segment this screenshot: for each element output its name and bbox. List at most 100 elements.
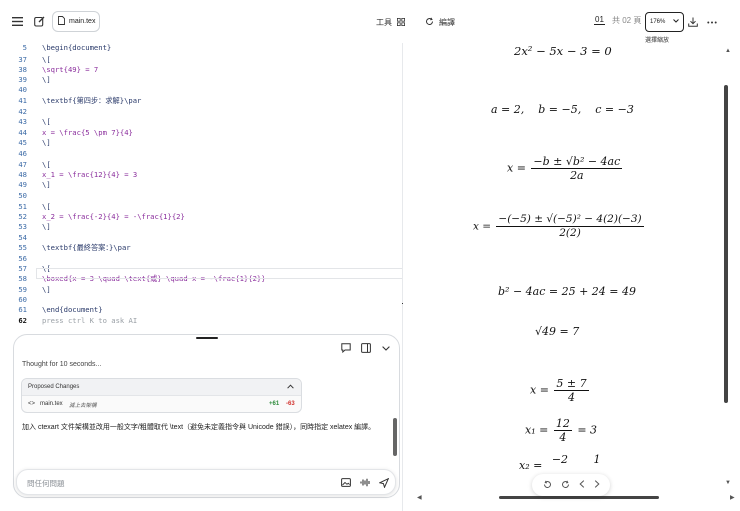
line-number: 61 (18, 305, 27, 314)
code-line[interactable]: 43 \[ (0, 117, 402, 128)
more-icon[interactable] (705, 15, 719, 29)
x1-rhs: = 3 (577, 423, 598, 437)
scroll-up-arrow[interactable]: ▲ (725, 48, 731, 54)
ai-prompt-hint: press ctrl K to ask AI (42, 316, 138, 325)
code-line[interactable]: 5 \begin{document} (0, 43, 402, 54)
line-number: 55 (18, 243, 27, 252)
pdf-preview[interactable]: 2x² − 5x − 3 = 0 a = 2, b = −5, c = −3 x… (403, 43, 740, 511)
line-number: 54 (18, 233, 27, 242)
changed-file-row[interactable]: <> main.tex 減上去架構 +61 -63 (22, 398, 301, 412)
x2-lhs: x₂ = (519, 459, 543, 472)
line-text: \] (42, 75, 51, 84)
line-number: 53 (18, 222, 27, 231)
tools-label: 工具 (376, 18, 392, 27)
image-icon[interactable] (340, 477, 351, 488)
grid-icon (397, 17, 406, 28)
preview-vertical-scrollbar[interactable] (724, 85, 728, 403)
page-number-input[interactable]: 01 (594, 15, 605, 25)
x1-denominator: 4 (559, 431, 567, 444)
line-number: 59 (18, 285, 27, 294)
collapse-chevron-icon[interactable] (380, 342, 392, 354)
line-number: 56 (18, 254, 27, 263)
zoom-select[interactable]: 176% (645, 12, 684, 32)
line-number: 46 (18, 149, 27, 158)
x1-lhs: x₁ = (525, 423, 549, 437)
x-numerator: 5 ± 7 (554, 377, 589, 391)
equation-quadratic: 2x² − 5x − 3 = 0 (514, 44, 612, 58)
scroll-down-arrow[interactable]: ▼ (725, 480, 731, 486)
equation-x1: x₁ = 12 4 = 3 (525, 417, 597, 444)
line-number: 40 (18, 85, 27, 94)
lines-removed: -63 (286, 401, 295, 407)
code-line[interactable]: 41 \textbf{第四步：求解}\par (0, 96, 402, 107)
line-text: \] (42, 138, 51, 147)
lines-added: +61 (269, 401, 280, 407)
thought-status[interactable]: Thought for 10 seconds... (22, 361, 101, 368)
line-number: 39 (18, 75, 27, 84)
next-page-icon[interactable] (594, 480, 600, 490)
drag-handle[interactable] (196, 337, 218, 339)
proposed-changes-header[interactable]: Proposed Changes (22, 379, 301, 396)
edit-icon[interactable] (32, 14, 46, 28)
prev-page-icon[interactable] (578, 480, 585, 490)
voice-icon[interactable] (359, 477, 370, 488)
chat-input[interactable]: 問任何問題 (16, 469, 396, 495)
tools-button[interactable]: 工具 (376, 17, 406, 28)
line-text: x_1 = \frac{12}{4} = 3 (42, 170, 138, 179)
formula-denominator: 2a (570, 169, 584, 182)
line-text: \begin{document} (42, 43, 112, 52)
line-text: \[ (42, 160, 51, 169)
menu-icon[interactable] (10, 14, 24, 28)
zoom-value: 176% (650, 19, 666, 25)
code-line[interactable]: 50 (0, 191, 402, 202)
assistant-message: 加入 ctexart 文件架構並改用一般文字/粗體取代 \text（避免未定義指… (22, 424, 376, 431)
equation-formula: x = −b ± √b² − 4ac 2a (507, 155, 624, 182)
line-text: \textbf{第四步：求解}\par (42, 96, 142, 105)
x2-rhs-numerator: 1 (593, 453, 601, 466)
line-text: x_2 = \frac{-2}{4} = -\frac{1}{2} (42, 212, 185, 221)
code-line[interactable]: 46 (0, 149, 402, 160)
send-icon[interactable] (378, 477, 389, 488)
download-icon[interactable] (686, 15, 700, 29)
rotate-left-icon[interactable] (543, 480, 552, 491)
panel-toggle-icon[interactable] (360, 342, 372, 354)
changed-file-name: main.tex (40, 401, 63, 407)
equation-x2: x₂ = −2 1 (519, 453, 601, 472)
scroll-left-arrow[interactable]: ◀ (417, 494, 422, 501)
line-text: x = \frac{5 \pm 7}{4} (42, 128, 133, 137)
line-number: 51 (18, 202, 27, 211)
rotate-right-icon[interactable] (561, 480, 570, 491)
x-denominator: 4 (568, 391, 576, 404)
line-text: \[ (42, 202, 51, 211)
coef-a: a = 2, (491, 103, 525, 116)
preview-floating-toolbar (532, 474, 610, 496)
line-number: 5 (22, 43, 27, 52)
chevron-down-icon (673, 19, 679, 25)
code-line[interactable]: 40 (0, 85, 402, 96)
line-number: 57 (18, 264, 27, 273)
preview-horizontal-scrollbar[interactable] (499, 496, 659, 499)
code-line[interactable]: 55 \textbf{最終答案：}\par (0, 243, 402, 254)
equation-sqrt: √49 = 7 (535, 325, 580, 338)
formula-lhs: x = (507, 161, 526, 175)
file-tab-main-tex[interactable]: main.tex (52, 11, 100, 32)
compile-button[interactable]: 編譯 (425, 17, 455, 28)
code-line[interactable]: 61 \end{document} (0, 305, 402, 316)
line-number: 41 (18, 96, 27, 105)
code-line[interactable]: 53 \] (0, 222, 402, 233)
chat-scrollbar[interactable] (393, 418, 397, 456)
scroll-right-arrow[interactable]: ▶ (730, 494, 735, 501)
changed-file-status: 減上去架構 (69, 403, 97, 409)
code-line[interactable]: 49 \] (0, 180, 402, 191)
code-line[interactable]: 45 \] (0, 138, 402, 149)
code-line[interactable]: 62 press ctrl K to ask AI (0, 316, 402, 327)
line-number: 44 (18, 128, 27, 137)
line-number: 47 (18, 160, 27, 169)
line-number: 49 (18, 180, 27, 189)
x-lhs: x = (530, 383, 549, 397)
message-icon[interactable] (340, 342, 352, 354)
code-editor[interactable]: 5 \begin{document} 37 \[38 \sqrt{49} = 7 39 \]… (0, 43, 402, 333)
line-number: 50 (18, 191, 27, 200)
line-number: 52 (18, 212, 27, 221)
substituted-lhs: x = (473, 220, 492, 233)
